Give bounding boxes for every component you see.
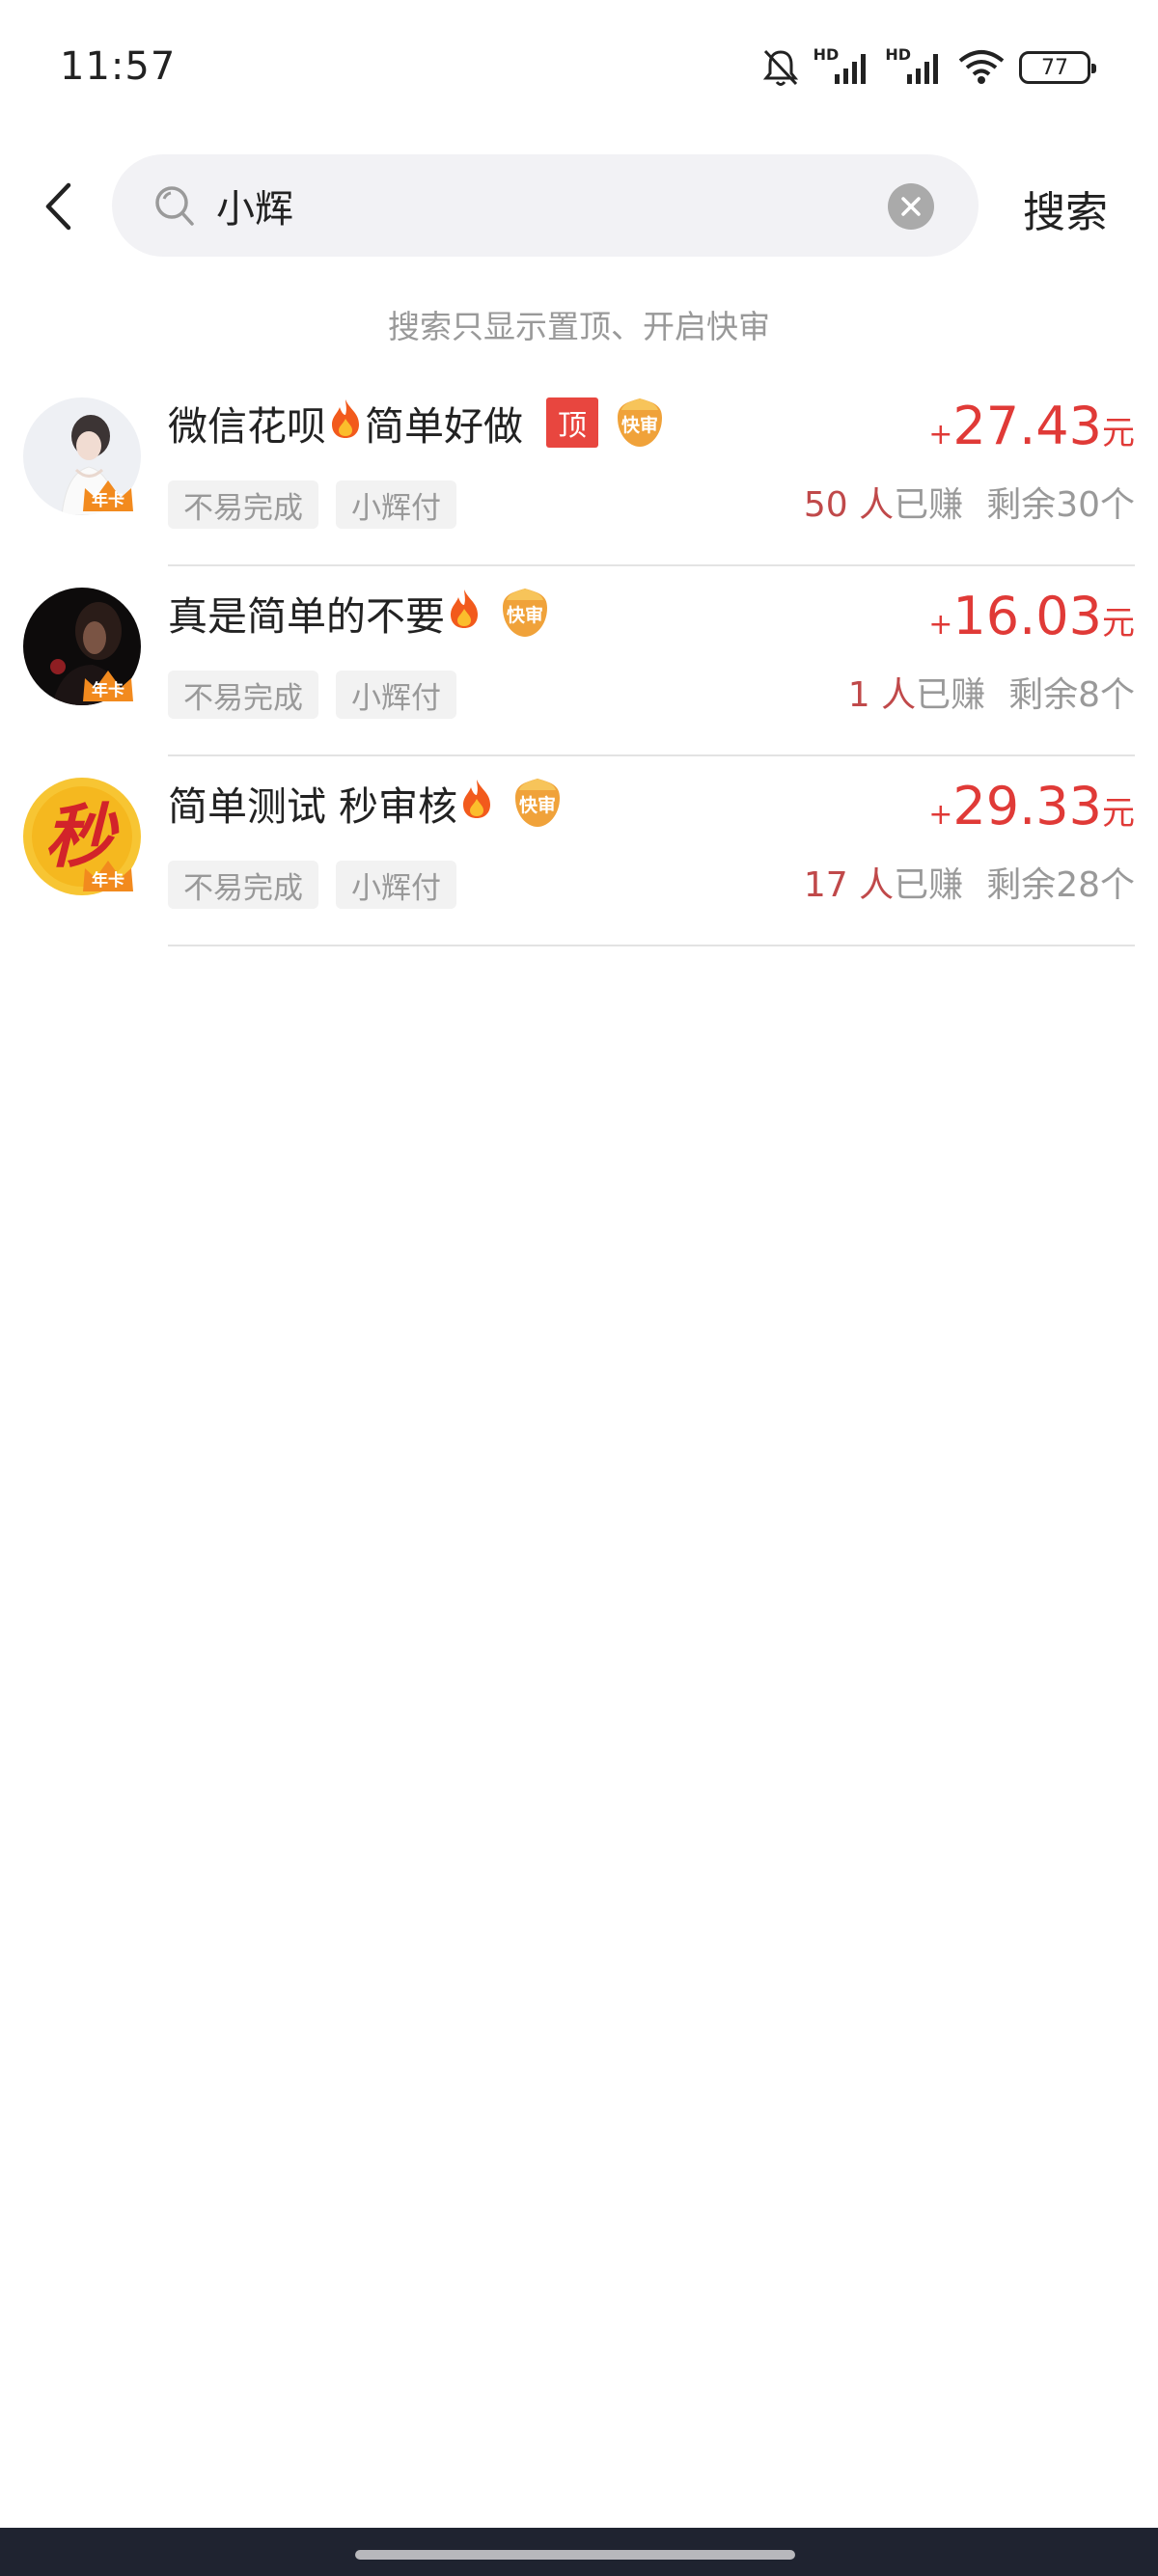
fire-icon xyxy=(451,589,478,628)
fire-icon xyxy=(463,780,491,818)
annual-card-badge: 年卡 xyxy=(81,479,135,513)
price-unit: 元 xyxy=(1102,414,1135,452)
hd-label: HD xyxy=(813,44,840,64)
task-stats: 50 人已赚 剩余30个 xyxy=(804,477,1135,527)
status-bar: 11:57 HD HD 77 xyxy=(0,0,1158,135)
task-stats: 1 人已赚 剩余8个 xyxy=(848,667,1135,717)
hd-label: HD xyxy=(885,44,911,64)
search-hint: 搜索只显示置顶、开启快审 xyxy=(388,308,770,345)
battery-level: 77 xyxy=(1041,55,1068,80)
task-item[interactable]: 年卡 微信花呗 简单好做 顶 快审 不易完成 小辉付 +27.43元 50 人已赚… xyxy=(0,376,1158,566)
quick-review-badge: 快审 xyxy=(614,397,666,449)
price-plus: + xyxy=(928,798,953,832)
task-title-row: 微信花呗 简单好做 顶 快审 xyxy=(168,394,666,452)
title-part-1: 微信花呗 xyxy=(168,403,326,450)
chevron-left-icon xyxy=(45,182,71,231)
quick-review-label: 快审 xyxy=(620,415,658,436)
task-item[interactable]: 年卡 真是简单的不要 快审 不易完成 小辉付 +16.03元 1 人已赚 剩余8个 xyxy=(0,566,1158,756)
search-icon xyxy=(152,183,195,232)
price-unit: 元 xyxy=(1102,794,1135,833)
price-unit: 元 xyxy=(1102,604,1135,643)
quick-review-label: 快审 xyxy=(519,795,557,816)
home-indicator[interactable] xyxy=(355,2550,795,2560)
wifi-icon xyxy=(957,49,1006,86)
remaining: 剩余28个 xyxy=(986,865,1135,905)
task-title: 微信花呗 简单好做 xyxy=(168,394,523,452)
earned-count: 17 人 xyxy=(803,865,895,905)
signal-icon-2: HD xyxy=(885,45,944,84)
tag: 小辉付 xyxy=(336,480,456,529)
search-box[interactable] xyxy=(112,154,979,257)
status-icons: HD HD 77 xyxy=(761,44,1096,91)
price-plus: + xyxy=(928,608,953,642)
annual-card-badge: 年卡 xyxy=(81,859,135,893)
tag: 小辉付 xyxy=(336,671,456,719)
earned-count: 1 人 xyxy=(847,675,917,715)
task-title: 真是简单的不要 xyxy=(168,584,483,642)
task-tags: 不易完成 小辉付 xyxy=(168,671,456,719)
earned-label: 已赚 xyxy=(916,675,986,715)
search-header: 搜索 xyxy=(0,154,1158,259)
signal-icon-1: HD xyxy=(813,45,872,84)
task-stats: 17 人已赚 剩余28个 xyxy=(804,857,1135,907)
clear-button[interactable] xyxy=(888,183,934,230)
quick-review-badge: 快审 xyxy=(511,777,564,829)
badge-label: 年卡 xyxy=(92,871,124,891)
system-nav-bar xyxy=(0,2528,1158,2576)
close-icon xyxy=(901,197,921,216)
badge-label: 年卡 xyxy=(92,681,124,700)
tag: 小辉付 xyxy=(336,861,456,909)
task-title: 简单测试 秒审核 xyxy=(168,774,496,832)
search-input[interactable] xyxy=(216,174,892,237)
tag: 不易完成 xyxy=(168,480,318,529)
price-amount: 29.33 xyxy=(952,776,1102,836)
task-list: 年卡 微信花呗 简单好做 顶 快审 不易完成 小辉付 +27.43元 50 人已赚… xyxy=(0,376,1158,946)
status-time: 11:57 xyxy=(60,44,177,89)
title-part-1: 真是简单的不要 xyxy=(168,593,445,640)
title-part-2: 简单好做 xyxy=(365,403,523,450)
task-item[interactable]: 秒 年卡 简单测试 秒审核 快审 不易完成 小辉付 +29.33元 17 人已赚… xyxy=(0,756,1158,946)
task-tags: 不易完成 小辉付 xyxy=(168,861,456,909)
battery-icon: 77 xyxy=(1019,51,1096,84)
tag: 不易完成 xyxy=(168,861,318,909)
task-price: +16.03元 xyxy=(928,586,1135,646)
quick-review-badge: 快审 xyxy=(499,587,551,639)
search-button[interactable]: 搜索 xyxy=(1023,178,1108,239)
price-amount: 27.43 xyxy=(952,396,1102,456)
task-price: +27.43元 xyxy=(928,396,1135,456)
remaining: 剩余30个 xyxy=(986,485,1135,525)
task-price: +29.33元 xyxy=(928,776,1135,836)
title-part-1: 简单测试 秒审核 xyxy=(168,783,458,830)
top-tag: 顶 xyxy=(546,397,598,448)
price-amount: 16.03 xyxy=(952,586,1102,646)
task-title-row: 真是简单的不要 快审 xyxy=(168,584,551,642)
badge-label: 年卡 xyxy=(92,491,124,510)
quick-review-label: 快审 xyxy=(506,605,543,626)
earned-label: 已赚 xyxy=(894,865,964,905)
tag: 不易完成 xyxy=(168,671,318,719)
bell-off-icon xyxy=(761,47,800,88)
fire-icon xyxy=(332,399,359,438)
earned-count: 50 人 xyxy=(803,485,895,525)
task-title-row: 简单测试 秒审核 快审 xyxy=(168,774,564,832)
price-plus: + xyxy=(928,418,953,452)
task-tags: 不易完成 小辉付 xyxy=(168,480,456,529)
annual-card-badge: 年卡 xyxy=(81,669,135,703)
back-button[interactable] xyxy=(29,176,87,237)
remaining: 剩余8个 xyxy=(1008,675,1135,715)
divider xyxy=(168,945,1135,946)
earned-label: 已赚 xyxy=(894,485,964,525)
